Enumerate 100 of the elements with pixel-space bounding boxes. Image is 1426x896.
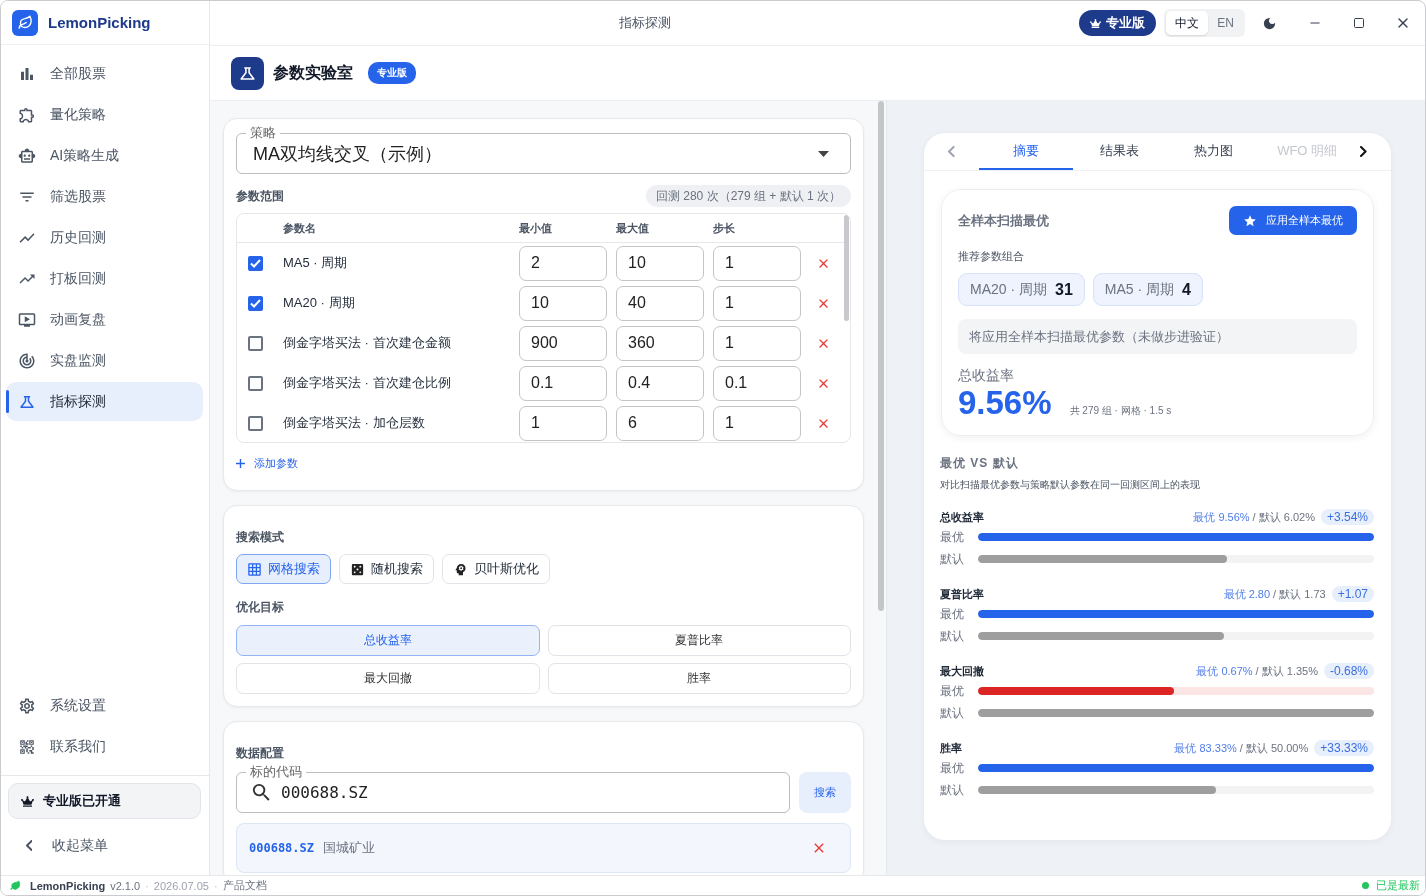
nav-item[interactable]: 筛选股票 <box>6 177 203 216</box>
section-title: 最优 VS 默认 <box>940 456 1020 470</box>
mode-button[interactable]: 网格搜索 <box>236 554 331 584</box>
delta-badge: -0.68% <box>1323 663 1374 679</box>
pro-badge: 专业版 <box>368 62 416 84</box>
number-field[interactable]: 10 <box>519 285 607 321</box>
objective-button[interactable]: 胜率 <box>547 663 851 694</box>
language-option[interactable]: 中文 <box>1166 11 1209 35</box>
checkbox[interactable] <box>248 415 263 431</box>
number-field[interactable]: 1 <box>713 285 801 321</box>
number-field[interactable]: 1 <box>713 405 801 441</box>
number-field[interactable]: 2 <box>519 245 607 281</box>
metric-value: 9.56% <box>958 384 1052 422</box>
maximize-icon <box>1353 17 1365 29</box>
nav-item[interactable]: 动画复盘 <box>6 300 203 339</box>
checkbox[interactable] <box>248 375 263 391</box>
language-option[interactable]: EN <box>1208 11 1243 35</box>
mode-button[interactable]: 贝叶斯优化 <box>442 554 550 584</box>
summary-title: 全样本扫描最优 <box>958 211 1049 230</box>
number-field[interactable]: 1 <box>713 325 801 361</box>
tab[interactable]: 摘要 <box>979 133 1073 170</box>
page-title: 参数实验室 <box>273 62 353 83</box>
nav-item[interactable]: 打板回测 <box>6 259 203 298</box>
field-label: 标的代码 <box>246 764 306 779</box>
number-field[interactable]: 1 <box>713 245 801 281</box>
objective-button[interactable]: 夏普比率 <box>547 625 851 656</box>
info-note: 将应用全样本扫描最优参数（未做步进验证） <box>958 319 1357 354</box>
brain-icon <box>453 561 468 577</box>
param-name: 倒金字塔买法 · 首次建仓比例 <box>283 374 452 392</box>
radar-icon <box>18 351 36 370</box>
bar-label: 默认 <box>940 550 965 568</box>
default-value: / 默认 1.35% <box>1255 663 1318 679</box>
puzzle-icon <box>18 105 36 124</box>
checkbox[interactable] <box>248 255 263 271</box>
number-field[interactable]: 360 <box>616 325 704 361</box>
objective-button[interactable]: 最大回撤 <box>236 663 540 694</box>
qr-code-icon <box>18 737 36 756</box>
metric-name: 总收益率 <box>940 509 985 525</box>
metric-name: 夏普比率 <box>940 586 985 602</box>
status-text: 2026.07.05 <box>153 879 209 892</box>
nav-item[interactable]: 联系我们 <box>6 727 203 766</box>
status-dot <box>1362 882 1369 889</box>
tab[interactable]: 热力图 <box>1166 133 1261 170</box>
pro-badge[interactable]: 专业版 <box>1079 10 1157 36</box>
section-title: 参数范围 <box>236 189 284 203</box>
number-field[interactable]: 6 <box>616 405 704 441</box>
tab[interactable]: 结果表 <box>1072 133 1167 170</box>
chevron-left-icon <box>25 840 33 851</box>
leaf-icon <box>10 880 21 891</box>
checkbox[interactable] <box>248 295 263 311</box>
number-field[interactable]: 0.1 <box>713 365 801 401</box>
result-row[interactable]: 000688.SZ 国城矿业 <box>236 823 851 873</box>
number-field[interactable]: 1 <box>519 405 607 441</box>
docs-link[interactable]: 产品文档 <box>222 878 267 893</box>
apply-button[interactable]: 应用全样本最优 <box>1229 206 1357 235</box>
grid-icon <box>247 561 262 577</box>
param-name: MA5 · 周期 <box>283 254 349 272</box>
nav-item[interactable]: 指标探测 <box>6 382 203 421</box>
nav-item[interactable]: AI策略生成 <box>6 136 203 175</box>
best-value: 最优 2.80 <box>1223 586 1271 602</box>
scrollbar[interactable] <box>844 215 849 321</box>
best-value: 最优 9.56% <box>1193 509 1250 525</box>
metric-name: 胜率 <box>940 740 963 756</box>
number-field[interactable]: 40 <box>616 285 704 321</box>
stock-name: 国城矿业 <box>323 839 377 857</box>
param-name: 倒金字塔买法 · 首次建仓金额 <box>283 334 452 352</box>
metric-meta: 共 279 组 · 网格 · 1.5 s <box>1069 404 1172 418</box>
objective-button[interactable]: 总收益率 <box>236 625 540 656</box>
star-icon <box>1243 213 1257 228</box>
column-header: 参数名 <box>283 220 317 236</box>
nav-item[interactable]: 量化策略 <box>6 95 203 134</box>
mode-button[interactable]: 随机搜索 <box>339 554 434 584</box>
collapse-menu-button[interactable]: 收起菜单 <box>8 826 201 865</box>
default-value: / 默认 50.00% <box>1239 740 1309 756</box>
number-field[interactable]: 0.4 <box>616 365 704 401</box>
checkbox[interactable] <box>248 335 263 351</box>
video-icon <box>18 310 36 329</box>
number-field[interactable]: 900 <box>519 325 607 361</box>
scrollbar[interactable] <box>878 101 884 611</box>
nav-item[interactable]: 实盘监测 <box>6 341 203 380</box>
bar-label: 最优 <box>940 759 965 777</box>
section-subtitle: 对比扫描最优参数与策略默认参数在同一回测区间上的表现 <box>940 479 1201 491</box>
pro-status[interactable]: 专业版已开通 <box>8 783 201 819</box>
nav-item[interactable]: 系统设置 <box>6 686 203 725</box>
nav-item[interactable]: 全部股票 <box>6 54 203 93</box>
number-field[interactable]: 10 <box>616 245 704 281</box>
status-text: · <box>213 879 218 892</box>
search-button[interactable]: 搜索 <box>799 772 851 813</box>
metric-label: 总收益率 <box>958 367 1015 384</box>
bar-label: 最优 <box>940 605 965 623</box>
param-name: MA20 · 周期 <box>283 294 356 312</box>
nav-item[interactable]: 历史回测 <box>6 218 203 257</box>
default-value: / 默认 6.02% <box>1252 509 1315 525</box>
chevron-right-icon <box>1360 146 1367 157</box>
stock-code: 000688.SZ <box>249 841 315 855</box>
default-value: / 默认 1.73 <box>1273 586 1326 602</box>
chip-value: 4 <box>1182 280 1191 299</box>
number-field[interactable]: 0.1 <box>519 365 607 401</box>
crown-icon <box>21 794 34 808</box>
add-param-link[interactable]: 添加参数 <box>236 456 298 470</box>
